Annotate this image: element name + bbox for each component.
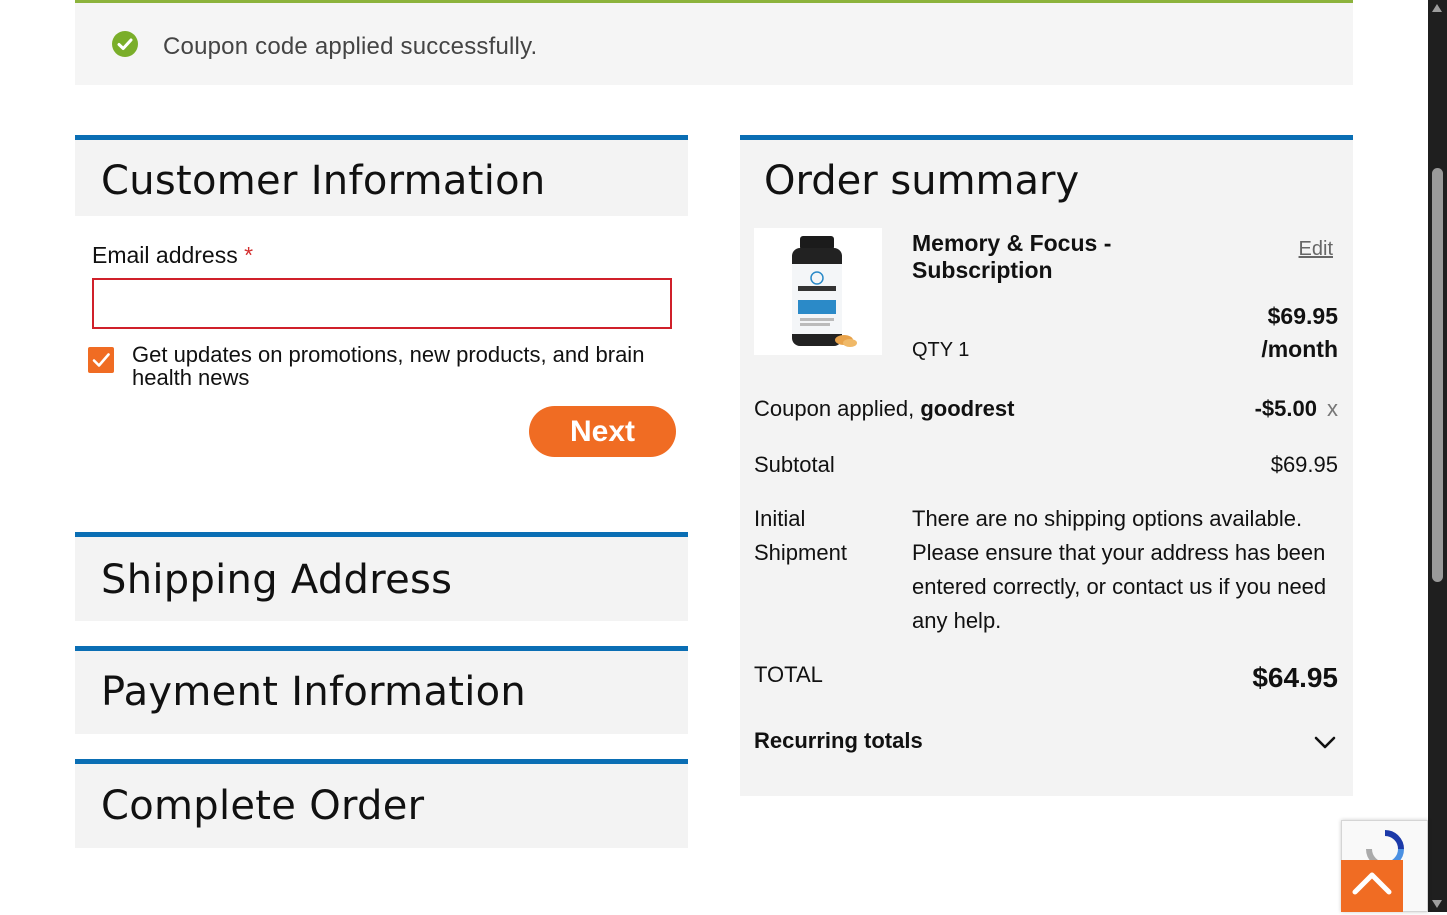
required-mark: * xyxy=(244,242,254,268)
section-customer-information: Customer Information xyxy=(75,135,688,217)
total-value: $64.95 xyxy=(1252,662,1338,693)
section-title-payment: Payment Information xyxy=(101,669,527,715)
chevron-down-icon[interactable] xyxy=(1313,732,1337,752)
email-field[interactable] xyxy=(92,278,672,329)
section-complete-order[interactable]: Complete Order xyxy=(75,759,688,848)
section-title-shipping: Shipping Address xyxy=(101,557,453,603)
subtotal-label: Subtotal xyxy=(754,452,835,477)
chevron-up-icon xyxy=(1352,872,1392,895)
coupon-row-value: -$5.00 x xyxy=(1255,396,1338,422)
order-summary: Order summary Memory & Focus - Subscript… xyxy=(740,135,1353,796)
checkmark-icon xyxy=(92,353,110,367)
coupon-success-notice: Coupon code applied successfully. xyxy=(75,0,1353,85)
scroll-thumb[interactable] xyxy=(1432,168,1443,582)
shipment-label-line2: Shipment xyxy=(754,540,847,565)
optin-label[interactable]: Get updates on promotions, new products,… xyxy=(132,343,672,389)
order-summary-title: Order summary xyxy=(764,158,1080,204)
coupon-label: Coupon applied, xyxy=(754,396,921,421)
coupon-code: goodrest xyxy=(920,396,1015,421)
scroll-up-arrow-icon[interactable] xyxy=(1432,4,1442,12)
product-name: Memory & Focus - Subscription xyxy=(912,230,1112,283)
edit-link[interactable]: Edit xyxy=(1299,238,1333,261)
scroll-down-arrow-icon[interactable] xyxy=(1432,900,1442,908)
total-label: TOTAL xyxy=(754,662,823,687)
price-period: /month xyxy=(1261,336,1338,362)
shipping-message: There are no shipping options available.… xyxy=(912,506,1327,633)
section-payment-information[interactable]: Payment Information xyxy=(75,646,688,734)
section-shipping-address[interactable]: Shipping Address xyxy=(75,532,688,621)
customer-form: Email address * Get updates on promotion… xyxy=(75,216,688,516)
success-check-icon xyxy=(112,31,138,57)
product-price: $69.95 /month xyxy=(1261,300,1338,366)
email-label-text: Email address xyxy=(92,242,238,268)
page-scrollbar[interactable] xyxy=(1428,0,1447,912)
remove-coupon-button[interactable]: x xyxy=(1327,396,1338,421)
price-amount: $69.95 xyxy=(1267,303,1338,329)
next-button[interactable]: Next xyxy=(529,406,676,457)
recurring-totals-toggle[interactable]: Recurring totals xyxy=(754,728,923,754)
optin-checkbox[interactable] xyxy=(88,347,114,373)
coupon-row-label: Coupon applied, goodrest xyxy=(754,396,1014,422)
product-bottle-image xyxy=(754,228,882,355)
initial-shipment-label: Initial Shipment xyxy=(754,502,894,570)
section-title-customer: Customer Information xyxy=(101,158,546,204)
email-label: Email address * xyxy=(92,242,253,269)
subtotal-value: $69.95 xyxy=(1270,452,1338,477)
coupon-discount: -$5.00 xyxy=(1254,396,1317,421)
section-title-complete: Complete Order xyxy=(101,783,425,829)
shipment-label-line1: Initial xyxy=(754,506,806,531)
back-to-top-button[interactable] xyxy=(1341,860,1403,912)
product-qty: QTY 1 xyxy=(912,339,970,361)
notice-message: Coupon code applied successfully. xyxy=(163,33,538,60)
